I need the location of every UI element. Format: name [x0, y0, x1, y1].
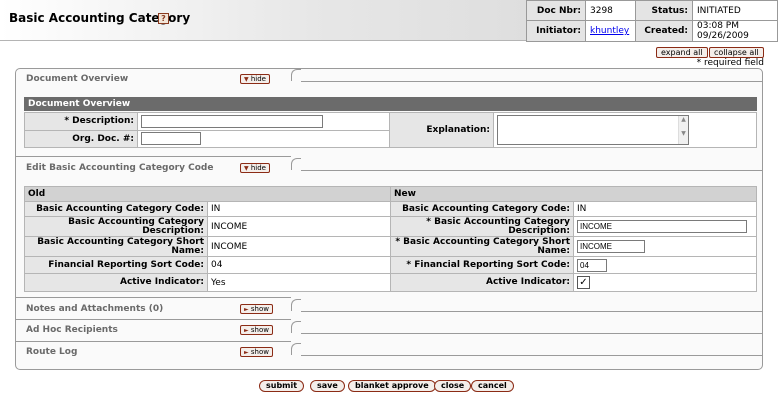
tab-document-overview: Document Overview	[26, 74, 129, 84]
sort-code-label-old: Financial Reporting Sort Code:	[24, 256, 208, 274]
explanation-label: Explanation:	[389, 112, 494, 148]
section-title-document-overview: Document Overview	[24, 97, 757, 111]
sort-code-old-value: 04	[207, 256, 391, 274]
explanation-textarea[interactable]: ▲ ▼	[497, 115, 689, 145]
main-panel: Document Overview ▼ hide Document Overvi…	[15, 68, 763, 370]
old-column-header: Old	[24, 186, 391, 202]
table-row: Basic Accounting Category Description: I…	[24, 216, 757, 237]
tab-notes-and-attachments[interactable]: Notes and Attachments (0)	[26, 304, 163, 314]
triangle-right-icon: ►	[244, 306, 249, 313]
tab-edge	[291, 321, 301, 333]
description-label: * Description:	[24, 112, 138, 131]
active-indicator-checkbox[interactable]: ✓	[577, 276, 590, 289]
route-log-show-button[interactable]: ► show	[240, 347, 273, 357]
document-header-table: Doc Nbr: 3298 Status: INITIATED Initiato…	[526, 0, 778, 42]
document-overview-hide-button[interactable]: ▼ hide	[240, 74, 270, 84]
tab-ad-hoc-recipients[interactable]: Ad Hoc Recipients	[26, 325, 118, 335]
tab-edge	[291, 299, 301, 311]
tab-route-log[interactable]: Route Log	[26, 347, 77, 357]
active-indicator-old-value: Yes	[207, 273, 391, 292]
sort-code-label-new: * Financial Reporting Sort Code:	[390, 256, 574, 274]
short-name-new-input[interactable]	[577, 240, 645, 253]
short-name-label-new: * Basic Accounting Category Short Name:	[390, 236, 574, 257]
description-new-input[interactable]	[577, 220, 747, 233]
active-indicator-label-old: Active Indicator:	[24, 273, 208, 292]
status-label: Status:	[635, 0, 693, 21]
adhoc-show-button[interactable]: ► show	[240, 325, 273, 335]
tab-divider	[301, 333, 762, 334]
code-old-value: IN	[207, 201, 391, 217]
triangle-right-icon: ►	[244, 349, 249, 356]
tab-divider	[301, 311, 762, 312]
expand-all-button[interactable]: expand all	[656, 47, 708, 58]
notes-show-button[interactable]: ► show	[240, 304, 273, 314]
triangle-right-icon: ►	[244, 327, 249, 334]
table-row: Basic Accounting Category Short Name: IN…	[24, 236, 757, 257]
code-label-old: Basic Accounting Category Code:	[24, 201, 208, 217]
save-button[interactable]: save	[310, 380, 345, 392]
required-field-note: * required field	[696, 58, 764, 68]
tab-divider	[301, 355, 762, 356]
submit-button[interactable]: submit	[259, 380, 305, 392]
doc-nbr-value: 3298	[585, 0, 636, 21]
description-input[interactable]	[141, 114, 323, 128]
blanket-approve-button[interactable]: blanket approve	[348, 380, 436, 392]
edit-table: Old New Basic Accounting Category Code: …	[24, 186, 757, 292]
description-label-new: * Basic Accounting Category Description:	[390, 216, 574, 237]
edit-section-hide-button[interactable]: ▼ hide	[240, 163, 270, 173]
description-label-old: Basic Accounting Category Description:	[24, 216, 208, 237]
code-new-value: IN	[573, 201, 757, 217]
tab-divider	[16, 297, 291, 298]
tab-edit-basic-accounting-category: Edit Basic Accounting Category Code	[26, 163, 214, 173]
description-old-value: INCOME	[207, 216, 391, 237]
table-row: Active Indicator: Yes Active Indicator: …	[24, 273, 757, 292]
textarea-scrollbar[interactable]: ▲ ▼	[678, 116, 688, 144]
tab-divider	[16, 341, 291, 342]
tab-divider	[301, 81, 762, 82]
close-button[interactable]: close	[434, 380, 472, 392]
created-value: 03:08 PM 09/26/2009	[692, 20, 778, 42]
collapse-all-button[interactable]: collapse all	[709, 47, 764, 58]
tab-edge	[291, 158, 301, 170]
active-indicator-label-new: Active Indicator:	[390, 273, 574, 292]
document-overview-table: * Description: Explanation: ▲ ▼ Org. Doc.…	[24, 112, 757, 148]
status-value: INITIATED	[692, 0, 778, 21]
short-name-old-value: INCOME	[207, 236, 391, 257]
org-doc-label: Org. Doc. #:	[24, 129, 138, 148]
help-icon[interactable]: ?	[158, 13, 169, 24]
initiator-link[interactable]: khuntley	[590, 26, 629, 36]
tab-divider	[301, 170, 762, 171]
tab-divider	[16, 156, 291, 157]
triangle-down-icon: ▼	[244, 165, 249, 172]
org-doc-input[interactable]	[141, 132, 201, 146]
triangle-down-icon: ▼	[244, 76, 249, 83]
tab-edge	[291, 69, 301, 81]
short-name-label-old: Basic Accounting Category Short Name:	[24, 236, 208, 257]
created-label: Created:	[635, 20, 693, 42]
tab-edge	[291, 343, 301, 355]
table-row: Financial Reporting Sort Code: 04 * Fina…	[24, 256, 757, 274]
sort-code-new-input[interactable]	[577, 258, 607, 272]
code-label-new: Basic Accounting Category Code:	[390, 201, 574, 217]
new-column-header: New	[390, 186, 757, 202]
cancel-button[interactable]: cancel	[471, 380, 514, 392]
initiator-label: Initiator:	[526, 20, 586, 42]
tab-divider	[16, 319, 291, 320]
table-row: Basic Accounting Category Code: IN Basic…	[24, 201, 757, 217]
doc-nbr-label: Doc Nbr:	[526, 0, 586, 21]
